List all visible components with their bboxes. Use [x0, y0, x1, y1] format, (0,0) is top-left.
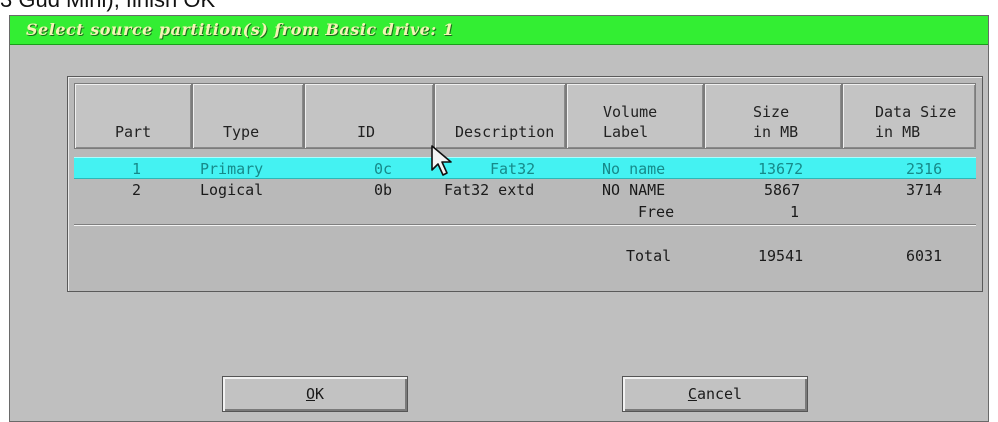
column-header-type[interactable]: Type	[192, 83, 304, 149]
column-header-label: Type	[223, 123, 260, 141]
ok-button[interactable]: OK	[222, 376, 408, 412]
cell-size: 1	[790, 203, 800, 221]
table-divider	[74, 224, 976, 226]
ok-button-label: K	[315, 385, 325, 403]
cancel-button[interactable]: Cancel	[622, 376, 808, 412]
cell-size: 5867	[764, 181, 801, 199]
cell-type: Logical	[200, 181, 264, 199]
table-row[interactable]: 2 Logical 0b Fat32 extd NO NAME 5867 371…	[74, 179, 976, 201]
table-header: Part Type ID Description Volume Label Si…	[74, 83, 976, 149]
column-header-label-line2: in MB	[753, 123, 799, 141]
cell-data-size: 3714	[906, 181, 943, 199]
column-header-description[interactable]: Description	[434, 83, 566, 149]
ok-button-hotkey: O	[305, 385, 315, 403]
total-size: 19541	[758, 247, 804, 265]
cell-data-size: 2316	[906, 160, 943, 178]
cell-id: 0c	[374, 160, 393, 178]
top-caption: 3 Gud Mini), finish OK	[0, 0, 998, 13]
column-header-volume-label[interactable]: Volume Label	[566, 83, 704, 149]
column-header-id[interactable]: ID	[304, 83, 434, 149]
column-header-label: Part	[115, 123, 152, 141]
column-header-label-line2: Label	[603, 123, 649, 141]
cell-volume-label: Free	[638, 203, 675, 221]
column-header-label: Description	[455, 123, 555, 141]
column-header-label-line1: Size	[753, 103, 790, 121]
cell-description: Fat32	[490, 160, 536, 178]
column-header-part[interactable]: Part	[74, 83, 192, 149]
cell-size: 13672	[758, 160, 804, 178]
cell-volume-label: No name	[602, 160, 666, 178]
table-row-free[interactable]: Free 1	[74, 201, 976, 223]
column-header-label-line2: in MB	[875, 123, 921, 141]
column-header-label-line1: Data Size	[875, 103, 957, 121]
table-total-row: Total 19541 6031	[74, 245, 976, 267]
total-data-size: 6031	[906, 247, 943, 265]
cell-description: Fat32 extd	[444, 181, 535, 199]
mouse-pointer-icon	[431, 145, 452, 176]
cell-volume-label: NO NAME	[602, 181, 666, 199]
table-row-selected[interactable]: 1 Primary 0c Fat32 No name 13672 2316	[74, 157, 976, 179]
total-label: Total	[626, 247, 672, 265]
cell-part: 2	[132, 181, 142, 199]
column-header-data-size[interactable]: Data Size in MB	[842, 83, 976, 149]
cell-type: Primary	[200, 160, 264, 178]
select-partition-dialog: Select source partition(s) from Basic dr…	[9, 15, 989, 422]
column-header-label: ID	[357, 123, 376, 141]
dialog-titlebar: Select source partition(s) from Basic dr…	[10, 16, 988, 45]
column-header-size[interactable]: Size in MB	[704, 83, 842, 149]
dialog-title: Select source partition(s) from Basic dr…	[26, 20, 455, 39]
cell-id: 0b	[374, 181, 393, 199]
cancel-button-label: ancel	[696, 385, 743, 403]
cell-part: 1	[132, 160, 142, 178]
column-header-label-line1: Volume	[603, 103, 658, 121]
partition-table: Part Type ID Description Volume Label Si…	[67, 76, 983, 292]
cancel-button-hotkey: C	[687, 385, 697, 403]
